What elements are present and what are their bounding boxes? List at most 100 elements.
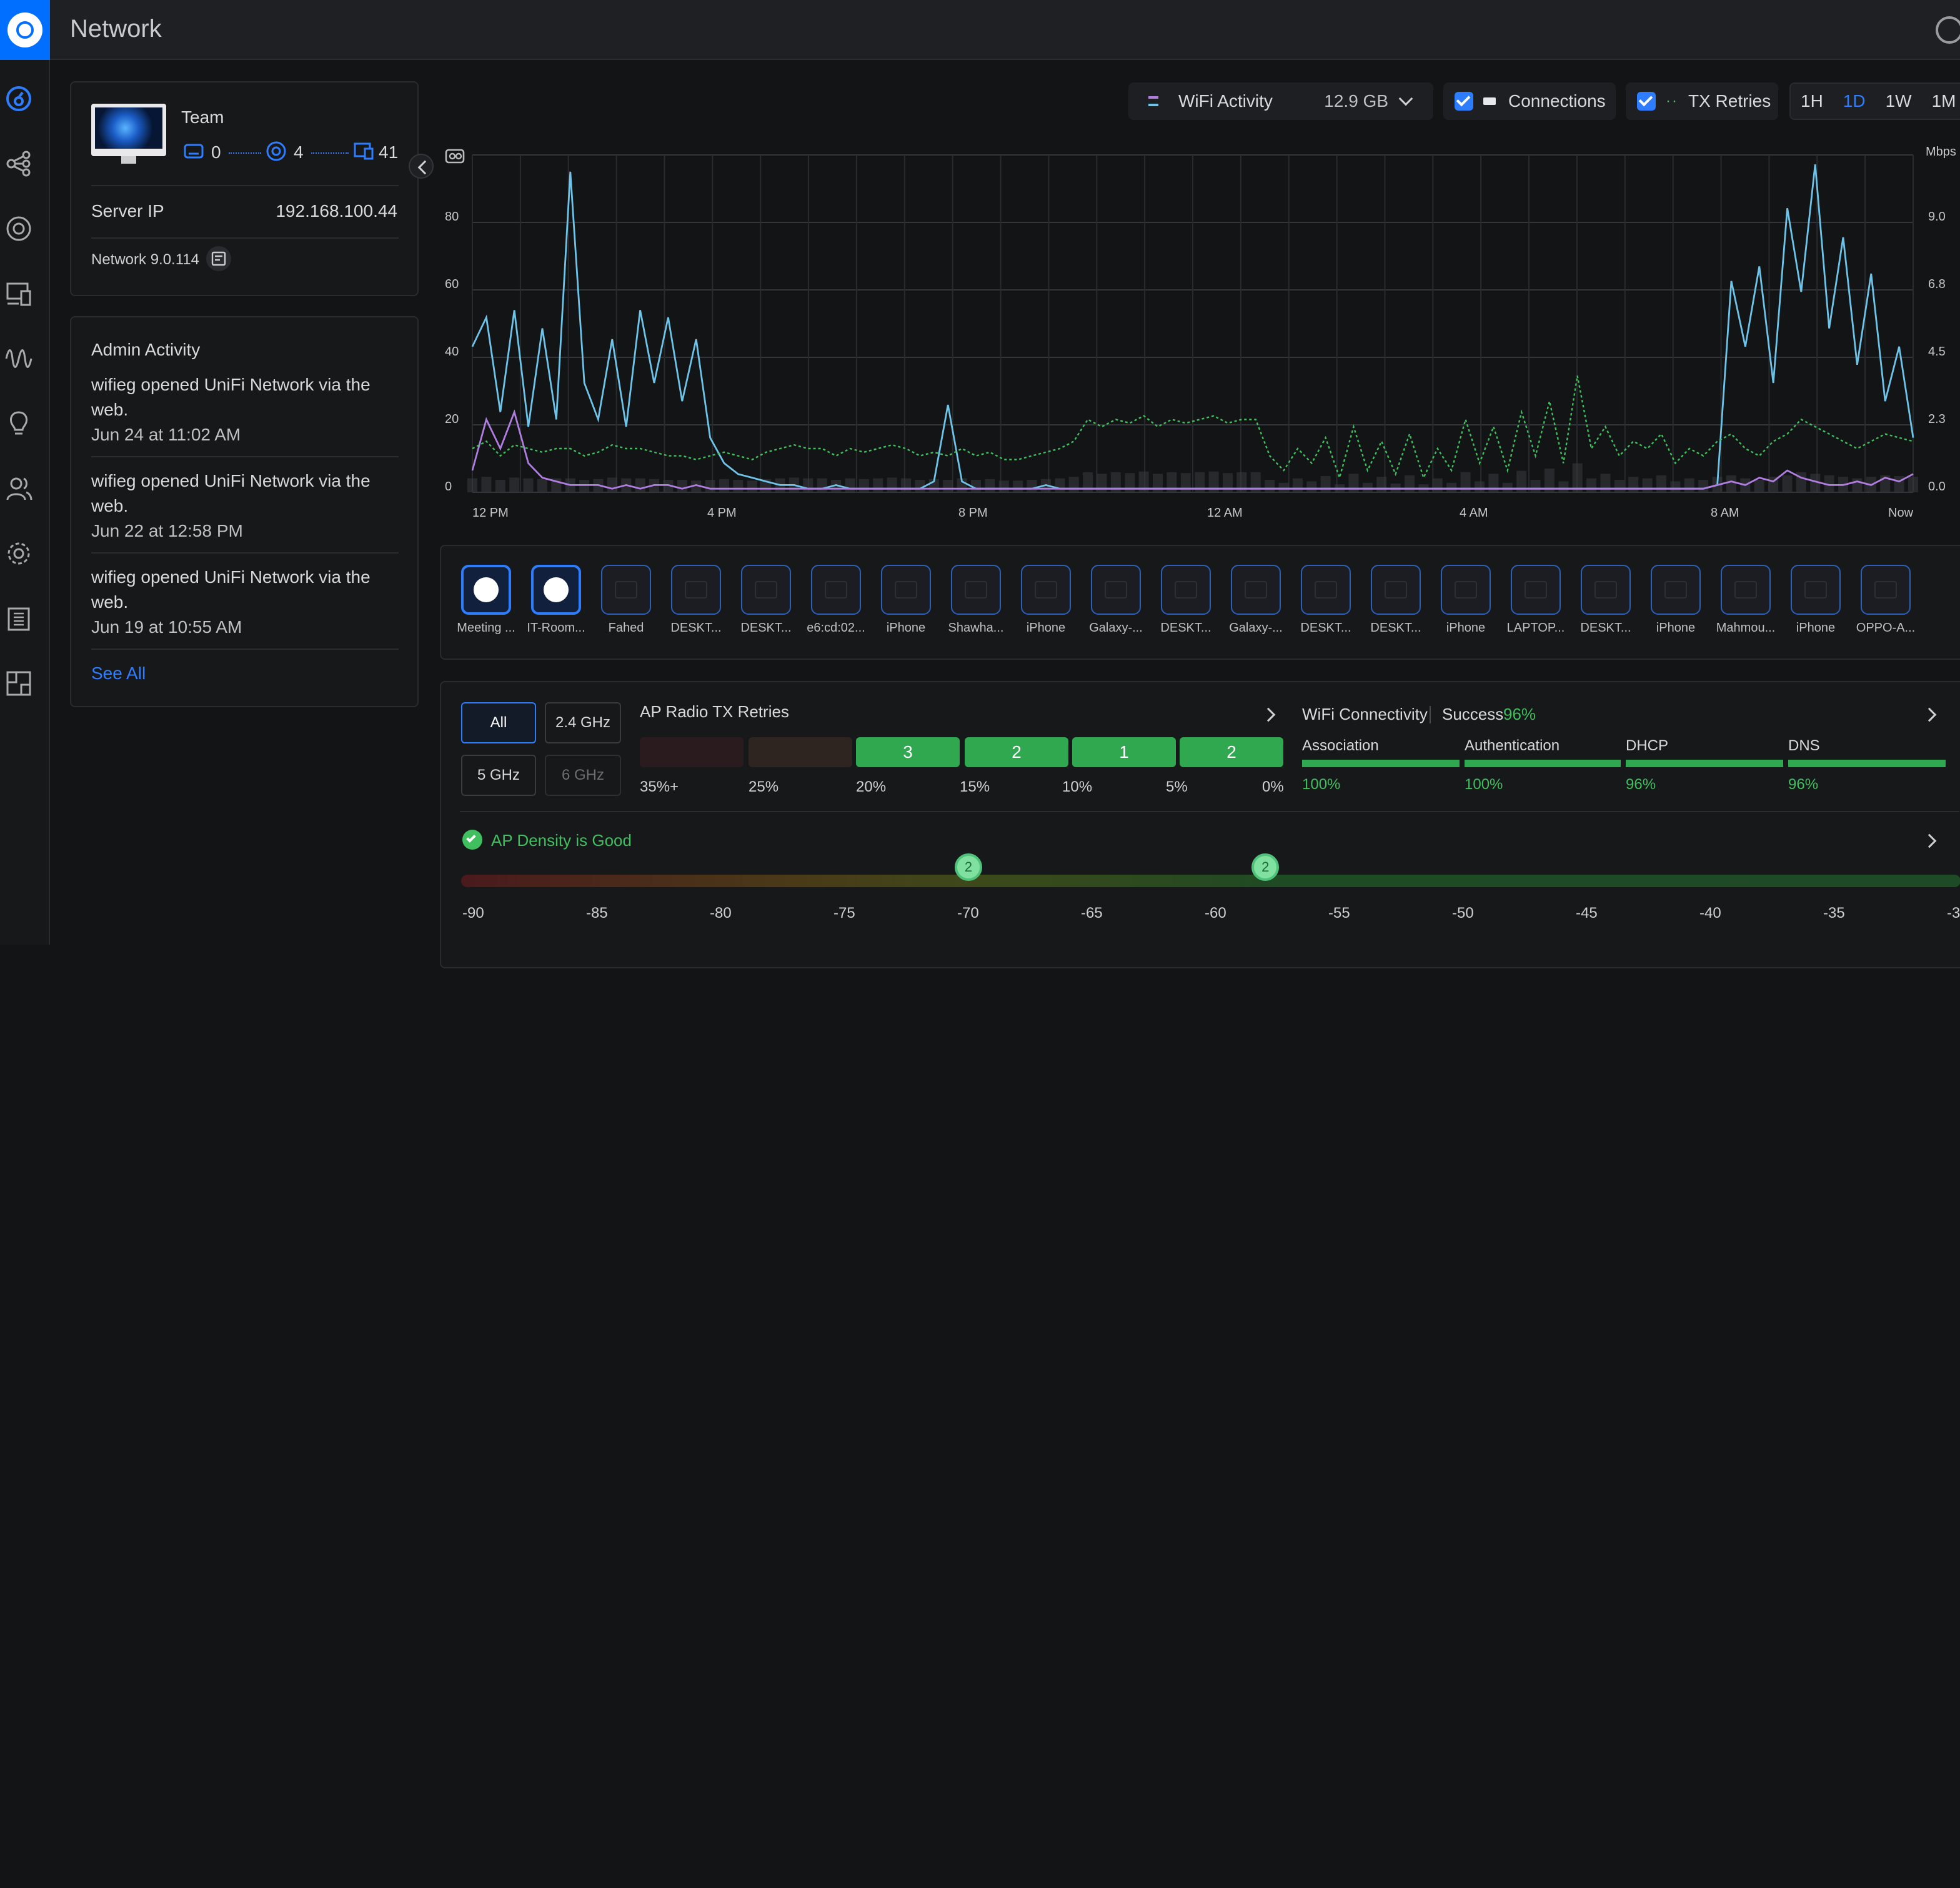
tx-retries-legend-icon: ··	[1666, 92, 1678, 109]
client-device-tile[interactable]: e6:cd:02...	[801, 565, 871, 635]
client-device-tile[interactable]: iPhone	[1011, 565, 1081, 635]
wifi-activity-chart[interactable]	[467, 154, 1918, 495]
wifi-activity-selector[interactable]: WiFi Activity 12.9 GB	[1128, 82, 1433, 120]
connections-bar	[887, 477, 897, 492]
release-notes-icon[interactable]	[206, 246, 231, 271]
see-all-link[interactable]: See All	[91, 663, 146, 683]
connections-bar	[1376, 477, 1387, 492]
activity-item: wifieg opened UniFi Network via the web.…	[91, 471, 371, 540]
client-device-tile[interactable]: Shawha...	[941, 565, 1011, 635]
range-1m[interactable]: 1M	[1932, 91, 1956, 111]
tx-scale-label: 5%	[1166, 778, 1188, 795]
client-device-tile[interactable]: DESKT...	[1361, 565, 1431, 635]
client-device-tile[interactable]: Mahmou...	[1711, 565, 1781, 635]
insights-icon[interactable]	[5, 345, 32, 372]
connections-bar	[1405, 475, 1415, 492]
band-5ghz-button[interactable]: 5 GHz	[461, 755, 536, 796]
connections-bar	[705, 480, 715, 492]
tx-retries-toggle[interactable]: ·· TX Retries	[1626, 82, 1778, 120]
activity-item: wifieg opened UniFi Network via the web.…	[91, 567, 371, 637]
tx-segment-25[interactable]	[749, 737, 852, 767]
connections-bar	[635, 478, 645, 492]
association-bar	[1302, 760, 1460, 767]
user-account-icon[interactable]	[1936, 16, 1960, 44]
range-1h[interactable]: 1H	[1801, 91, 1823, 111]
range-1d[interactable]: 1D	[1843, 91, 1866, 111]
client-device-label: DESKT...	[1370, 621, 1421, 635]
connections-bar	[1278, 482, 1289, 492]
client-device-tile[interactable]: OPPO-A...	[1851, 565, 1921, 635]
tx-segment-35[interactable]	[640, 737, 744, 767]
client-device-tile[interactable]: LAPTOP...	[1501, 565, 1571, 635]
band-6ghz-button[interactable]: 6 GHz	[545, 755, 621, 796]
client-device-tile[interactable]: DESKT...	[661, 565, 731, 635]
chart-options-icon[interactable]	[445, 147, 465, 165]
connectivity-success-label: Success	[1442, 705, 1504, 723]
client-device-tile[interactable]: Galaxy-...	[1221, 565, 1291, 635]
client-device-tile[interactable]: DESKT...	[1291, 565, 1361, 635]
x-tick: 4 AM	[1460, 506, 1488, 520]
system-log-icon[interactable]	[5, 605, 32, 632]
tx-segment-10[interactable]: 1	[1072, 737, 1176, 767]
connections-bar	[1754, 480, 1764, 492]
tx-segment-15[interactable]: 2	[965, 737, 1068, 767]
topology-icon[interactable]	[5, 150, 32, 177]
connections-checkbox[interactable]	[1455, 92, 1473, 111]
band-all-button[interactable]: All	[461, 702, 536, 743]
connections-bar	[537, 479, 547, 492]
tx-segment-5[interactable]: 2	[1180, 737, 1283, 767]
y-right-tick: 4.5	[1928, 345, 1946, 359]
dhcp-bar	[1626, 760, 1783, 767]
connections-bar	[1656, 475, 1667, 492]
connections-bar	[985, 479, 995, 492]
client-device-tile[interactable]: DESKT...	[1151, 565, 1221, 635]
density-ap-marker[interactable]: 2	[955, 853, 982, 881]
client-devices-icon[interactable]	[5, 280, 32, 307]
client-device-tile[interactable]: iPhone	[1641, 565, 1711, 635]
client-device-label: iPhone	[1026, 621, 1066, 635]
unifi-logo-icon[interactable]	[0, 0, 50, 60]
client-device-label: Mahmou...	[1716, 621, 1776, 635]
client-device-tile[interactable]: Galaxy-...	[1081, 565, 1151, 635]
density-ap-marker[interactable]: 2	[1251, 853, 1280, 881]
client-device-tile[interactable]: Meeting ...	[451, 565, 521, 635]
tx-segment-20[interactable]: 3	[856, 737, 960, 767]
connectivity-title: WiFi Connectivity	[1302, 705, 1428, 723]
collapse-panel-button[interactable]	[409, 154, 434, 179]
client-device-tile[interactable]: iPhone	[1431, 565, 1501, 635]
association-value: 100%	[1302, 776, 1341, 793]
y-left-tick: 60	[445, 277, 459, 291]
client-device-tile[interactable]: Fahed	[591, 565, 661, 635]
client-device-tile[interactable]: DESKT...	[1571, 565, 1641, 635]
association-label: Association	[1302, 737, 1379, 754]
connections-bar	[481, 477, 492, 492]
dashboard-icon[interactable]	[5, 85, 32, 112]
density-tick: -45	[1576, 905, 1598, 922]
client-count: 41	[379, 142, 399, 162]
client-device-tile[interactable]: iPhone	[871, 565, 941, 635]
client-device-label: DESKT...	[740, 621, 792, 635]
dns-value: 96%	[1788, 776, 1819, 793]
client-device-tile[interactable]: iPhone	[1781, 565, 1851, 635]
users-icon[interactable]	[5, 475, 32, 502]
connections-bar	[1013, 480, 1023, 492]
server-ip-label: Server IP	[91, 201, 164, 221]
floorplan-icon[interactable]	[5, 670, 32, 697]
tx-retries-checkbox[interactable]	[1637, 92, 1656, 111]
app-title: Network	[70, 15, 162, 42]
range-1w[interactable]: 1W	[1886, 91, 1912, 111]
connections-toggle[interactable]: Connections	[1443, 82, 1616, 120]
x-tick: 8 AM	[1711, 506, 1739, 520]
devices-icon[interactable]	[5, 215, 32, 242]
connections-bar	[1642, 478, 1653, 492]
tx-scale-label: 10%	[1062, 778, 1093, 795]
client-device-tile[interactable]: DESKT...	[731, 565, 801, 635]
tx-scale-label: 15%	[960, 778, 990, 795]
connections-bar	[1628, 477, 1639, 492]
client-device-tile[interactable]: IT-Room...	[521, 565, 591, 635]
band-2-4ghz-button[interactable]: 2.4 GHz	[545, 702, 621, 743]
settings-gear-icon[interactable]	[5, 540, 32, 567]
alarm-manager-icon[interactable]	[5, 410, 32, 437]
connections-bar	[1362, 482, 1373, 492]
wifi-activity-legend-icon	[1148, 96, 1158, 106]
